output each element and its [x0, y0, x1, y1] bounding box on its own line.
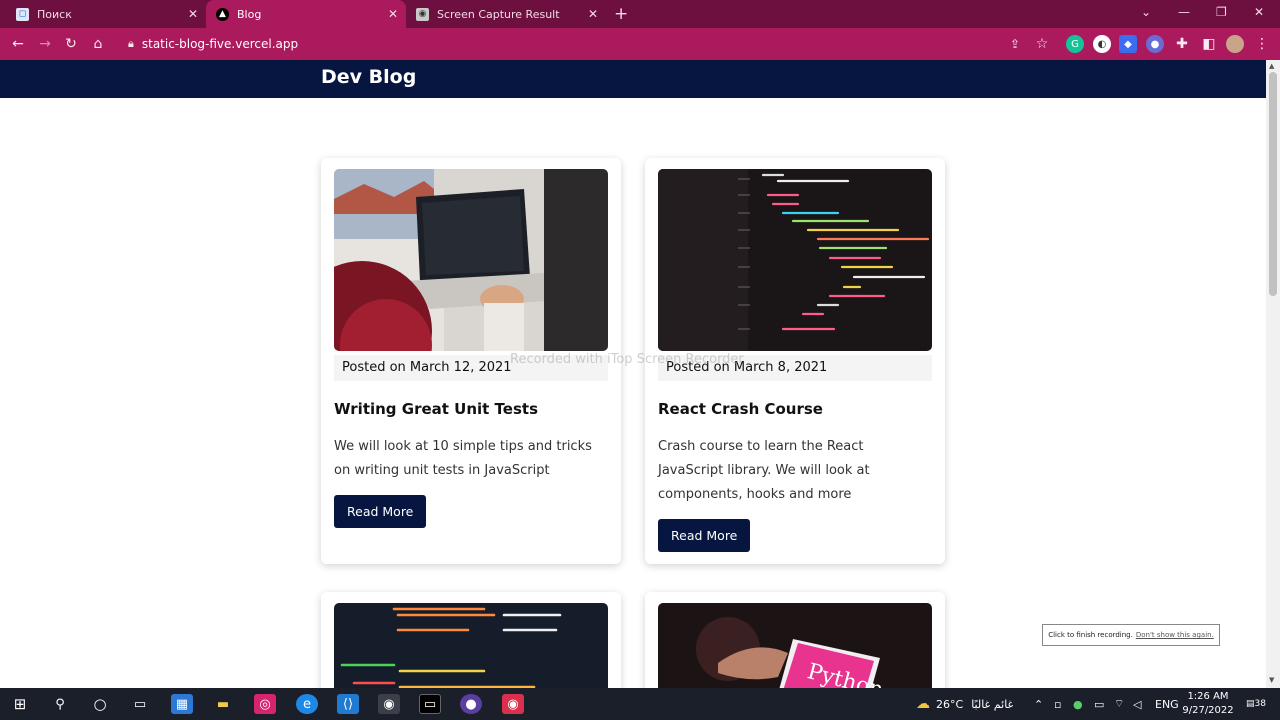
close-icon[interactable]: ✕: [188, 7, 198, 21]
menu-dots-icon[interactable]: ⋮: [1252, 34, 1272, 54]
recorder-watermark: Recorded with iTop Screen Recorder: [510, 352, 744, 367]
close-icon[interactable]: ✕: [588, 7, 598, 21]
post-title[interactable]: Writing Great Unit Tests: [334, 400, 538, 418]
cortana-icon[interactable]: ○: [89, 694, 111, 714]
post-title[interactable]: React Crash Course: [658, 400, 823, 418]
close-icon[interactable]: ✕: [388, 7, 398, 21]
new-tab-button[interactable]: +: [614, 4, 628, 24]
task-view-icon[interactable]: ▭: [129, 694, 151, 714]
notification-icon: ▤: [1246, 699, 1255, 709]
avatar[interactable]: [1226, 35, 1244, 53]
browser-toolbar: ← → ↻ ⌂ 🔒︎ static-blog-five.vercel.app ⇪…: [0, 28, 1280, 60]
camera-icon: ◉: [416, 7, 429, 21]
weather-temp: 26°C: [936, 697, 964, 711]
language-indicator[interactable]: ENG: [1155, 688, 1179, 720]
extension-icon[interactable]: ●: [1146, 35, 1164, 53]
file-explorer-icon[interactable]: ▬: [212, 694, 234, 714]
store-icon[interactable]: ▦: [171, 694, 193, 714]
dont-show-again-link[interactable]: Don't show this again.: [1136, 631, 1214, 639]
tab-search-chevron-icon[interactable]: ⌄: [1141, 5, 1151, 19]
vscode-icon[interactable]: ⟨⟩: [337, 694, 359, 714]
post-card: [321, 592, 621, 688]
recording-tooltip-text: Click to finish recording.: [1048, 631, 1133, 639]
scroll-down-arrow-icon[interactable]: ▼: [1269, 676, 1274, 684]
extension-icon[interactable]: ◐: [1093, 35, 1111, 53]
read-more-button[interactable]: Read More: [334, 495, 427, 528]
reload-icon[interactable]: ↻: [61, 34, 81, 54]
post-thumbnail: Python: [658, 603, 932, 688]
back-arrow-icon[interactable]: ←: [8, 34, 28, 54]
post-thumbnail: [334, 169, 608, 351]
tab-blog[interactable]: ▲ Blog ✕: [206, 0, 406, 28]
recording-tooltip[interactable]: Click to finish recording. Don't show th…: [1042, 624, 1220, 646]
edge-icon[interactable]: e: [296, 694, 318, 714]
notification-center[interactable]: ▤ 38: [1246, 688, 1266, 720]
wifi-icon[interactable]: ⌔: [1114, 688, 1124, 720]
home-icon[interactable]: ⌂: [88, 34, 108, 54]
battery-icon[interactable]: ▭: [1094, 688, 1104, 720]
url-text[interactable]: static-blog-five.vercel.app: [142, 37, 298, 51]
instagram-icon[interactable]: ◎: [254, 694, 276, 714]
weather-widget[interactable]: ☁ 26°C غائم غالبًا: [916, 688, 1013, 720]
tab-search[interactable]: ◻ Поиск ✕: [6, 0, 206, 28]
post-thumbnail: [658, 169, 932, 351]
tab-label: Поиск: [37, 7, 72, 21]
windows-start-icon[interactable]: ⊞: [9, 694, 31, 714]
notification-count: 38: [1254, 699, 1266, 709]
page-scrollbar[interactable]: ▲ ▼: [1266, 60, 1280, 688]
search-page-icon: ◻: [16, 7, 29, 21]
site-header: Dev Blog: [0, 60, 1266, 98]
post-excerpt: We will look at 10 simple tips and trick…: [334, 439, 592, 478]
maximize-button[interactable]: ❐: [1216, 5, 1227, 19]
tab-label: Screen Capture Result: [437, 7, 560, 21]
extension-icon[interactable]: ◆: [1119, 35, 1137, 53]
search-icon[interactable]: ⚲: [49, 694, 71, 714]
terminal-icon[interactable]: ▭: [419, 694, 441, 714]
weather-description: غائم غالبًا: [971, 697, 1014, 711]
tab-strip: ◻ Поиск ✕ ▲ Blog ✕ ◉ Screen Capture Resu…: [0, 0, 1280, 28]
github-icon[interactable]: ●: [460, 694, 482, 714]
partly-cloudy-icon: ☁: [916, 696, 930, 712]
chevron-up-icon[interactable]: ⌃: [1034, 688, 1043, 720]
post-card: Python: [645, 592, 945, 688]
read-more-button[interactable]: Read More: [658, 519, 751, 552]
grammarly-extension-icon[interactable]: G: [1066, 35, 1084, 53]
tab-label: Blog: [237, 7, 262, 21]
bookmark-star-icon[interactable]: ☆: [1032, 34, 1052, 54]
forward-arrow-icon[interactable]: →: [35, 34, 55, 54]
clock-time: 1:26 AM: [1187, 691, 1229, 702]
scroll-up-arrow-icon[interactable]: ▲: [1269, 62, 1274, 70]
system-clock[interactable]: 1:26 AM 9/27/2022: [1182, 690, 1234, 718]
post-thumbnail: [334, 603, 608, 688]
site-logo[interactable]: Dev Blog: [321, 66, 416, 88]
page-viewport: Dev Blog Posted on March 12, 2021 Writin…: [0, 60, 1266, 688]
share-icon[interactable]: ⇪: [1005, 34, 1025, 54]
screen-recorder-icon[interactable]: ◉: [502, 694, 524, 714]
window-close-button[interactable]: ✕: [1254, 5, 1264, 19]
address-bar[interactable]: 🔒︎ static-blog-five.vercel.app: [118, 32, 1058, 56]
vercel-triangle-icon: ▲: [216, 7, 229, 21]
post-excerpt: Crash course to learn the React JavaScri…: [658, 439, 870, 502]
tray-icon[interactable]: ●: [1073, 688, 1083, 720]
windows-taskbar: ⊞ ⚲ ○ ▭ ▦ ▬ ◎ e ⟨⟩ ◉ ▭ ● ◉ ☁ 26°C غائم غ…: [0, 688, 1280, 720]
lock-icon: 🔒︎: [128, 37, 134, 50]
tab-screen-capture[interactable]: ◉ Screen Capture Result ✕: [406, 0, 606, 28]
chrome-icon[interactable]: ◉: [378, 694, 400, 714]
minimize-button[interactable]: —: [1178, 5, 1190, 19]
clock-date: 9/27/2022: [1182, 705, 1234, 716]
tray-icon[interactable]: ▫: [1054, 688, 1061, 720]
puzzle-extensions-icon[interactable]: ✚: [1172, 34, 1192, 54]
volume-icon[interactable]: ◁: [1133, 688, 1141, 720]
scrollbar-thumb[interactable]: [1269, 72, 1277, 296]
side-panel-icon[interactable]: ◧: [1199, 34, 1219, 54]
